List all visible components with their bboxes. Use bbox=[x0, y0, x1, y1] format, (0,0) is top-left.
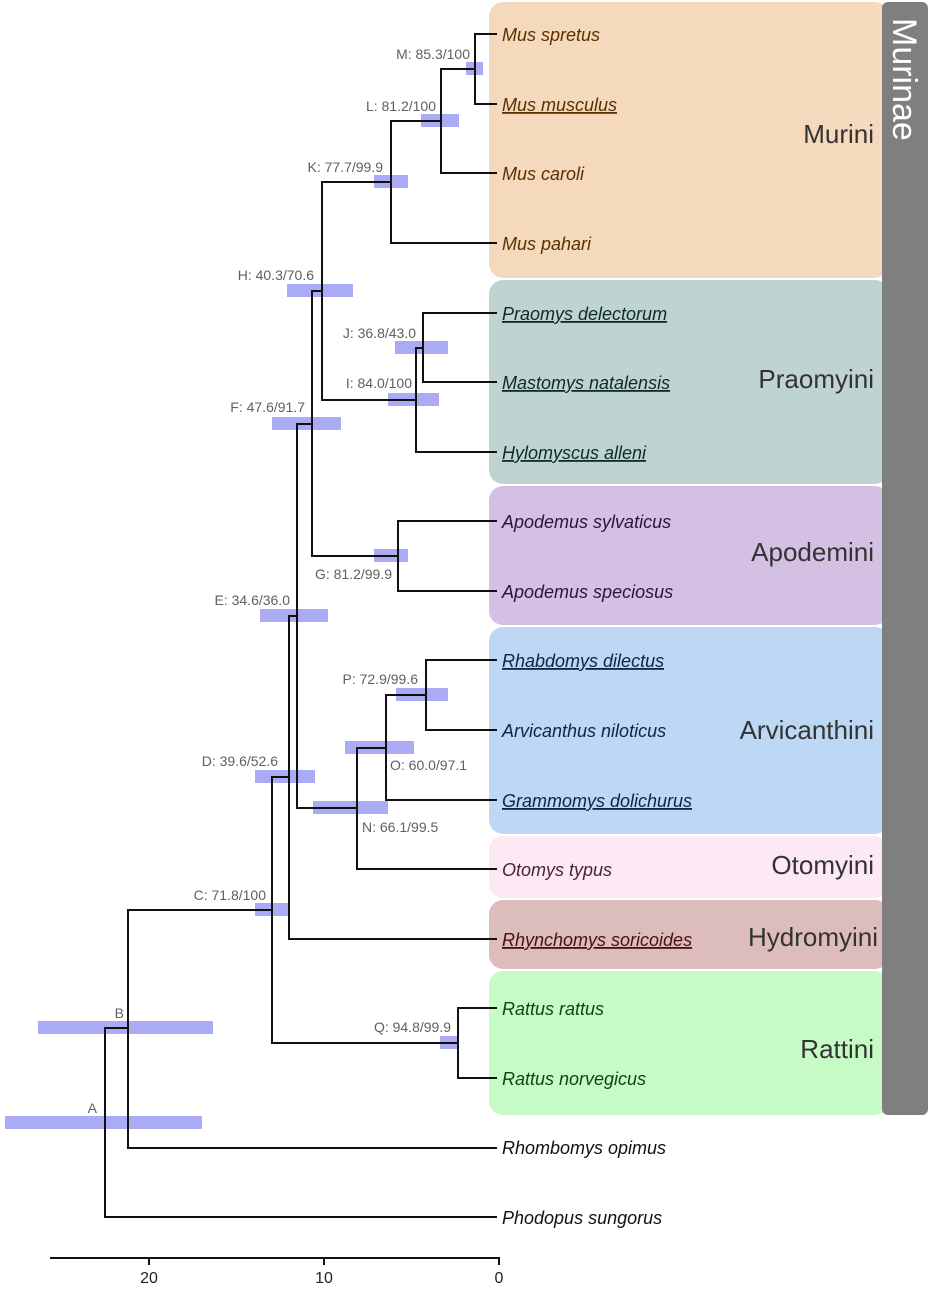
node-label-N: N: 66.1/99.5 bbox=[362, 819, 438, 835]
tribe-label-otomyini: Otomyini bbox=[771, 850, 874, 880]
taxon-label: Hylomyscus alleni bbox=[502, 443, 647, 463]
node-label-G: G: 81.2/99.9 bbox=[315, 566, 392, 582]
node-label-M: M: 85.3/100 bbox=[396, 46, 470, 62]
time-axis: 20 10 0 bbox=[50, 1257, 504, 1287]
tribe-label-murini: Murini bbox=[803, 119, 874, 149]
node-labels: M: 85.3/100 L: 81.2/100 K: 77.7/99.9 H: … bbox=[88, 46, 471, 1116]
taxon-label: Rhombomys opimus bbox=[502, 1138, 666, 1158]
node-label-H: H: 40.3/70.6 bbox=[238, 267, 314, 283]
taxon-label: Rhynchomys soricoides bbox=[502, 930, 692, 950]
taxon-label: Arvicanthus niloticus bbox=[501, 721, 666, 741]
taxon-label: Phodopus sungorus bbox=[502, 1208, 662, 1228]
node-label-D: D: 39.6/52.6 bbox=[202, 753, 278, 769]
node-label-E: E: 34.6/36.0 bbox=[214, 592, 290, 608]
node-label-P: P: 72.9/99.6 bbox=[342, 671, 418, 687]
taxon-label: Mus caroli bbox=[502, 164, 585, 184]
node-label-K: K: 77.7/99.9 bbox=[307, 159, 383, 175]
taxon-label: Rattus rattus bbox=[502, 999, 604, 1019]
tree-branches bbox=[104, 33, 497, 1218]
phylogeny-svg: Murinae Murini Praomyini Apodemini Arvic… bbox=[5, 2, 928, 1287]
axis-tick-label: 0 bbox=[495, 1270, 504, 1287]
phylogeny-figure: Murinae Murini Praomyini Apodemini Arvic… bbox=[0, 0, 936, 1296]
tribe-label-praomyini: Praomyini bbox=[758, 364, 874, 394]
taxon-label: Apodemus sylvaticus bbox=[501, 512, 671, 532]
murinae-label: Murinae bbox=[885, 18, 923, 141]
node-label-Q: Q: 94.8/99.9 bbox=[374, 1019, 451, 1035]
taxon-label: Grammomys dolichurus bbox=[502, 791, 692, 811]
node-label-L: L: 81.2/100 bbox=[366, 98, 436, 114]
murinae-bar bbox=[882, 2, 928, 1115]
node-label-F: F: 47.6/91.7 bbox=[230, 399, 305, 415]
tribe-label-apodemini: Apodemini bbox=[751, 537, 874, 567]
taxon-label: Mus musculus bbox=[502, 95, 617, 115]
node-label-I: I: 84.0/100 bbox=[346, 375, 412, 391]
branch-C bbox=[271, 776, 458, 1044]
node-label-O: O: 60.0/97.1 bbox=[390, 757, 467, 773]
hpd-bar-A bbox=[5, 1116, 202, 1129]
taxon-label: Rattus norvegicus bbox=[502, 1069, 646, 1089]
taxon-label: Mus spretus bbox=[502, 25, 600, 45]
tribe-label-arvicanthini: Arvicanthini bbox=[740, 715, 874, 745]
taxon-label: Otomys typus bbox=[502, 860, 612, 880]
branch-G bbox=[397, 520, 497, 592]
node-label-A: A bbox=[88, 1100, 98, 1116]
node-label-J: J: 36.8/43.0 bbox=[343, 325, 416, 341]
taxon-label: Praomys delectorum bbox=[502, 304, 667, 324]
node-label-C: C: 71.8/100 bbox=[194, 887, 267, 903]
axis-tick-label: 20 bbox=[140, 1270, 158, 1287]
node-label-B: B bbox=[115, 1005, 124, 1021]
taxon-label: Apodemus speciosus bbox=[501, 582, 673, 602]
tribe-label-rattini: Rattini bbox=[800, 1034, 874, 1064]
tribe-label-hydromyini: Hydromyini bbox=[748, 922, 878, 952]
taxon-label: Rhabdomys dilectus bbox=[502, 651, 664, 671]
branch-D bbox=[288, 615, 497, 940]
taxon-label: Mus pahari bbox=[502, 234, 592, 254]
axis-tick-label: 10 bbox=[315, 1270, 333, 1287]
taxon-label: Mastomys natalensis bbox=[502, 373, 670, 393]
